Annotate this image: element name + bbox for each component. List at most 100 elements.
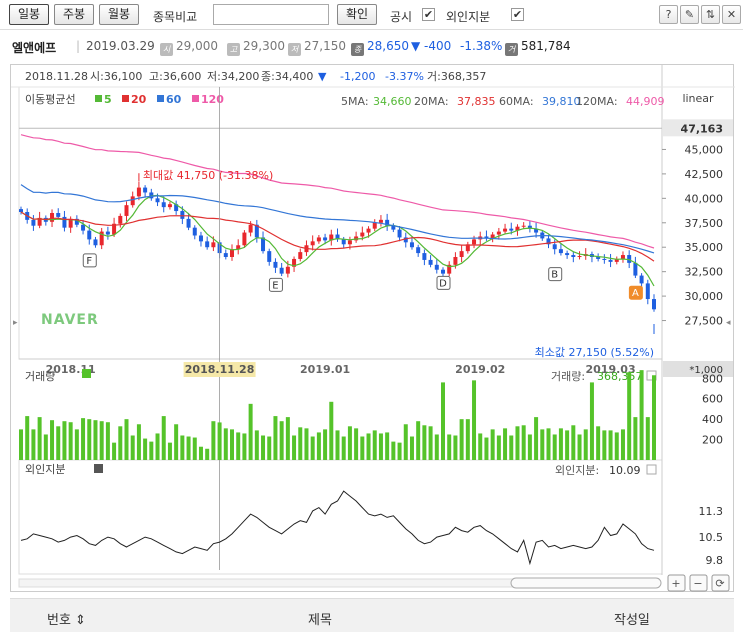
volume-bar-77: [496, 435, 501, 460]
volume-bar-42: [279, 421, 284, 460]
candle-body-78: [503, 228, 508, 232]
volume-bar-59: [385, 432, 390, 460]
disclosure-checkbox[interactable]: ✔: [422, 8, 435, 21]
reset-zoom-button-glyph: ⟳: [715, 577, 724, 590]
candle-body-88: [565, 253, 570, 256]
volume-bar-86: [552, 434, 557, 460]
volume-bar-5: [50, 420, 55, 460]
candle-body-2: [31, 219, 36, 226]
volume-bar-60: [391, 441, 396, 460]
volume-bar-83: [534, 417, 539, 460]
confirm-button[interactable]: 확인: [337, 4, 377, 25]
volume-bar-70: [453, 435, 458, 460]
volume-bar-29: [198, 446, 203, 460]
help-icon[interactable]: ?: [659, 5, 678, 24]
crosshair-icon[interactable]: ⇅: [701, 5, 720, 24]
volume-bar-26: [180, 435, 185, 460]
volume-bar-35: [236, 432, 241, 460]
foreign-label: 외인지분: [446, 10, 491, 24]
candle-body-10: [81, 224, 86, 231]
volume-bar-31: [211, 421, 216, 460]
monthly-button[interactable]: 월봉: [99, 4, 139, 25]
volume-bar-96: [614, 432, 619, 460]
weekly-button[interactable]: 주봉: [54, 4, 94, 25]
candle-body-23: [161, 202, 166, 208]
candle-body-26: [180, 211, 185, 219]
volume-value: 368,357: [597, 370, 643, 383]
erase-icon[interactable]: ✕: [722, 5, 741, 24]
volume-bar-58: [378, 433, 383, 460]
event-marker-label-A: A: [632, 288, 639, 299]
volume-bar-48: [316, 432, 321, 460]
ma-value-label-0: 5MA:: [341, 95, 369, 108]
event-marker-label-B: B: [551, 270, 558, 281]
volume-bar-69: [447, 434, 452, 460]
scroll-thumb[interactable]: [510, 577, 662, 589]
draw-icon[interactable]: ✎: [680, 5, 699, 24]
close-icon: 종: [351, 43, 364, 56]
daily-button[interactable]: 일봉: [9, 4, 49, 25]
col-number[interactable]: 번호 ⇕: [47, 609, 86, 628]
compare-input[interactable]: [213, 4, 329, 25]
volume-bar-17: [124, 419, 129, 460]
volume-total: 거 581,784: [505, 39, 571, 56]
volume-bar-7: [62, 421, 67, 460]
ma-value-label-1: 20MA:: [414, 95, 449, 108]
volume-bar-95: [608, 430, 613, 460]
candle-body-67: [434, 264, 439, 270]
ma-legend-label-20: 20: [131, 93, 147, 106]
current-price-label: 47,163: [681, 122, 723, 135]
candle-body-43: [285, 266, 290, 274]
candle-body-73: [472, 239, 477, 245]
chart-frame[interactable]: 2018.11.28 시:36,100 고:36,600 저:34,200 종:34,4…: [10, 64, 735, 593]
foreign-tick-1: 10.5: [699, 531, 724, 544]
info-open: 시:36,100: [90, 70, 142, 83]
candle-body-68: [441, 269, 445, 274]
ma-value-1: 37,835: [457, 95, 496, 108]
info-date: 2018.11.28: [25, 70, 88, 83]
candle-body-22: [155, 198, 160, 203]
ma-value-0: 34,660: [373, 95, 412, 108]
foreign-checkbox[interactable]: ✔: [511, 8, 524, 21]
scale-type-label: linear: [682, 92, 714, 105]
col-date: 작성일: [614, 613, 650, 628]
volume-value-label: 거래량:: [551, 370, 585, 383]
volume-tick-1: 400: [702, 413, 723, 426]
volume-bar-74: [478, 433, 483, 460]
ma-legend-label-60: 60: [166, 93, 182, 106]
volume-bar-84: [540, 429, 545, 460]
volume-bar-100: [639, 370, 644, 460]
volume-bar-78: [503, 428, 508, 460]
stock-chart[interactable]: 2018.11.28 시:36,100 고:36,600 저:34,200 종:34,4…: [11, 65, 735, 593]
disclosure-label: 공시: [390, 10, 413, 24]
info-change: -1,200: [340, 70, 375, 83]
info-high: 고:36,600: [149, 70, 201, 83]
candle-body-70: [453, 257, 458, 265]
info-arrow: ▼: [318, 70, 327, 83]
volume-bar-94: [602, 430, 607, 460]
volume-bar-67: [434, 434, 439, 460]
left-expand-icon: ▸: [13, 318, 18, 328]
compare-label: 종목비교: [153, 10, 198, 24]
volume-bar-49: [323, 429, 328, 460]
volume-bar-10: [81, 418, 86, 460]
volume-bar-72: [465, 419, 470, 460]
volume-bar-57: [372, 430, 377, 460]
candle-body-36: [242, 232, 247, 246]
volume-bar-24: [167, 442, 172, 460]
crosshair-date: 2018.11.28: [185, 363, 255, 376]
candle-body-20: [143, 187, 148, 193]
volume-bar-92: [589, 382, 594, 460]
volume-bar-52: [341, 436, 346, 460]
ma-legend-swatch-5: [95, 95, 102, 102]
volume-bar-38: [254, 430, 259, 460]
volume-tick-3: 800: [702, 372, 723, 385]
candle-body-28: [192, 227, 197, 236]
volume-bar-102: [652, 375, 656, 460]
candle-body-11: [87, 230, 92, 240]
volume-bar-61: [397, 442, 402, 460]
candle-body-101: [645, 283, 650, 300]
info-close: 종:34,400: [261, 70, 313, 83]
min-annotation: 최소값 27,150 (5.52%): [535, 346, 654, 359]
x-label-2: 2019.02: [455, 363, 505, 376]
